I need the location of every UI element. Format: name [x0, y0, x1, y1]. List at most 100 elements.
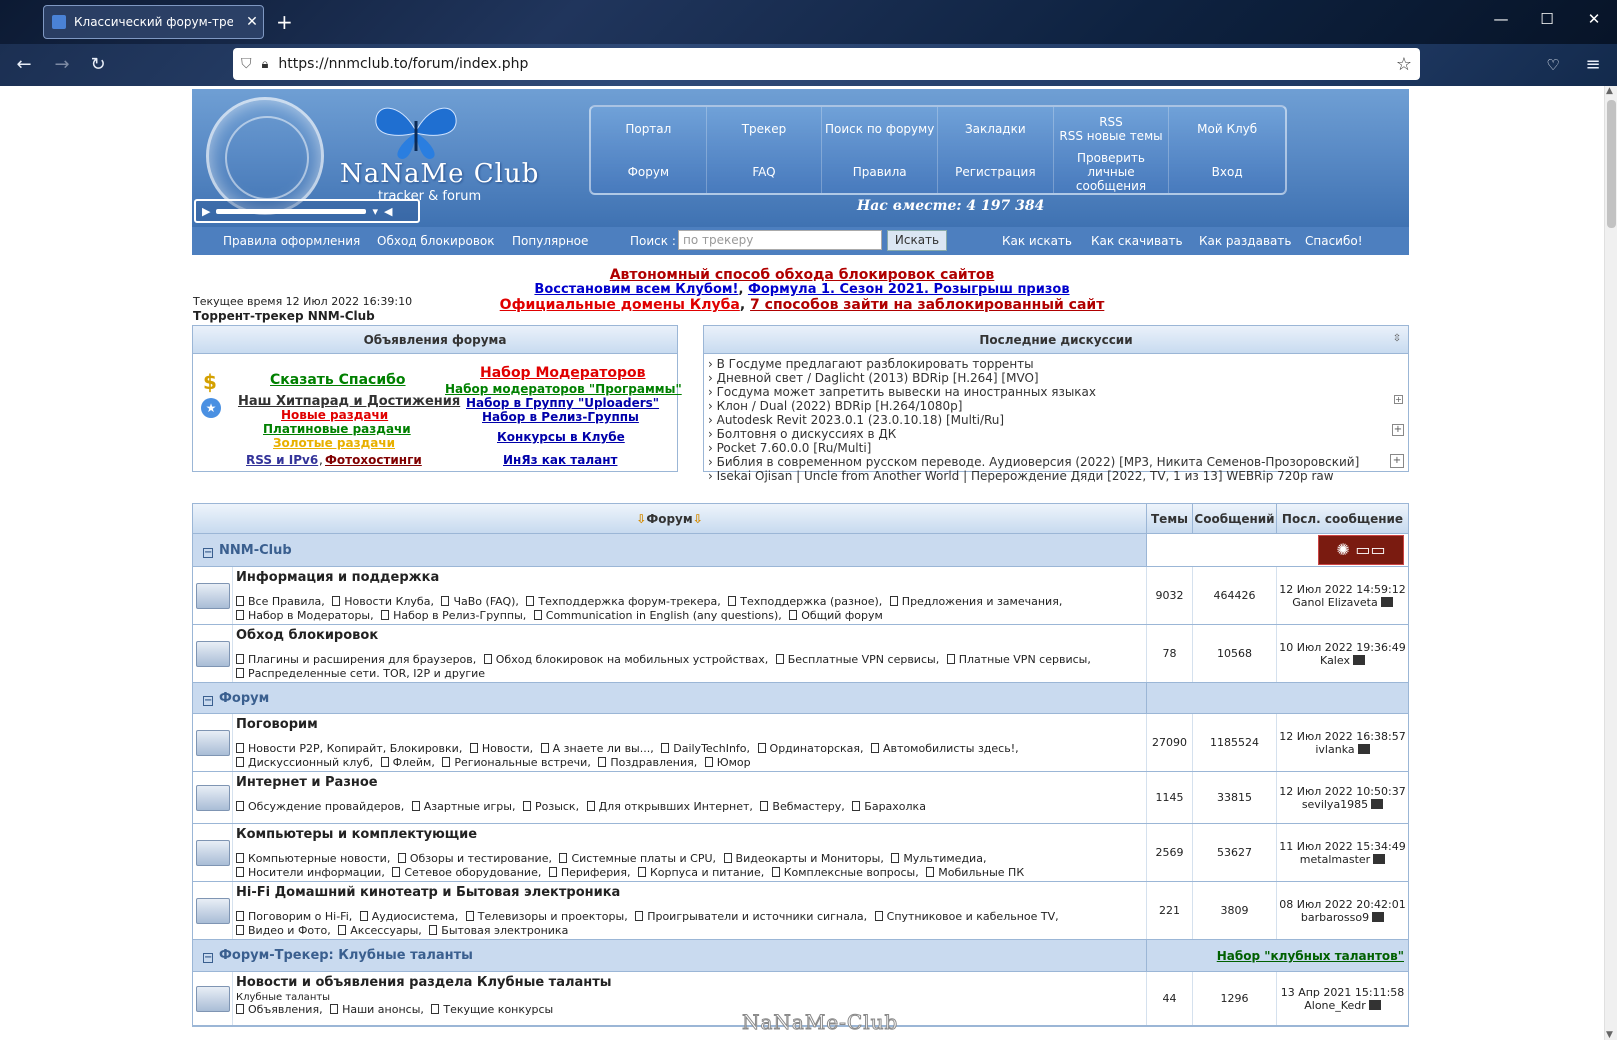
subforum-link[interactable]: Обсуждение провайдеров — [248, 800, 401, 813]
browser-tab[interactable]: Классический форум-трекер ✕ — [43, 5, 264, 39]
announce-restore-link[interactable]: Восстановим всем Клубом! — [534, 282, 738, 297]
announce-domains-link[interactable]: Официальные домены Клуба — [500, 297, 740, 313]
subforum-link[interactable]: Ординаторская — [770, 742, 861, 755]
subforum-link[interactable]: Платные VPN сервисы — [959, 653, 1088, 666]
play-icon[interactable]: ▶ — [202, 205, 210, 218]
expand-icon[interactable]: + — [1392, 424, 1404, 436]
category-name[interactable]: Форум — [219, 691, 269, 706]
discussion-item[interactable]: › Дневной свет / Daglicht (2013) BDRip [… — [708, 371, 1039, 385]
forum-title[interactable]: Обход блокировок — [236, 627, 1144, 645]
discussion-item[interactable]: › В Госдуме предлагают разблокировать то… — [708, 357, 1034, 371]
subforum-link[interactable]: Распределенные сети. TOR, I2P и другие — [248, 667, 485, 680]
menu-forum-search[interactable]: Поиск по форуму — [822, 107, 938, 150]
last-post-user[interactable]: metalmaster — [1300, 853, 1370, 866]
subforum-link[interactable]: Системные платы и CPU — [571, 852, 712, 865]
subforum-link[interactable]: Communication in English (any questions) — [546, 609, 779, 622]
menu-bookmarks[interactable]: Закладки — [938, 107, 1054, 150]
subforum-link[interactable]: Барахолка — [864, 800, 926, 813]
subforum-link[interactable]: Поговорим о Hi-Fi — [248, 910, 349, 923]
subforum-link[interactable]: Комплексные вопросы — [784, 866, 916, 879]
rss-ipv6-link[interactable]: RSS и IPv6 — [246, 453, 318, 467]
language-talent-link[interactable]: ИнЯз как талант — [503, 453, 617, 467]
new-tab-icon[interactable]: + — [276, 10, 293, 34]
close-window-icon[interactable]: ✕ — [1584, 10, 1604, 28]
contests-link[interactable]: Конкурсы в Клубе — [497, 430, 625, 444]
subforum-link[interactable]: А знаете ли вы... — [553, 742, 651, 755]
announce-7ways-link[interactable]: 7 способов зайти на заблокированный сайт — [750, 297, 1104, 313]
back-icon[interactable]: ← — [12, 55, 36, 75]
subnav-how-seed[interactable]: Как раздавать — [1199, 234, 1291, 248]
release-groups-link[interactable]: Набор в Релиз-Группы — [482, 410, 639, 424]
search-button[interactable]: Искать — [887, 230, 947, 251]
subforum-link[interactable]: DailyTechInfo — [673, 742, 746, 755]
subforum-link[interactable]: Новости Клуба — [344, 595, 430, 608]
menu-rss[interactable]: RSS RSS новые темы — [1054, 107, 1170, 150]
menu-portal[interactable]: Портал — [591, 107, 707, 150]
subforum-link[interactable]: Корпуса и питание — [650, 866, 761, 879]
expand-more-icon[interactable]: + — [1390, 454, 1404, 468]
menu-check-pm[interactable]: Проверить личные сообщения — [1054, 150, 1170, 193]
subforum-link[interactable]: Проигрыватели и источники сигнала — [647, 910, 863, 923]
forum-title[interactable]: Компьютеры и комплектующие — [236, 826, 1144, 844]
subforum-link[interactable]: Периферия — [561, 866, 627, 879]
subnav-how-download[interactable]: Как скачивать — [1091, 234, 1183, 248]
say-thanks-link[interactable]: Сказать Спасибо — [270, 372, 406, 388]
last-post-user[interactable]: Kalex — [1320, 654, 1350, 667]
menu-forum[interactable]: Форум — [591, 150, 707, 193]
maximize-icon[interactable]: ☐ — [1537, 10, 1557, 28]
subforum-link[interactable]: Обход блокировок на мобильных устройства… — [496, 653, 765, 666]
reload-icon[interactable]: ↻ — [86, 55, 110, 75]
collapse-icon[interactable]: − — [203, 548, 213, 558]
subforum-link[interactable]: Розыск — [535, 800, 576, 813]
subnav-popular[interactable]: Популярное — [512, 234, 588, 248]
subforum-link[interactable]: Набор в Модераторы — [248, 609, 370, 622]
subforum-link[interactable]: Флейм — [393, 756, 432, 769]
subnav-design-rules[interactable]: Правила оформления — [223, 234, 360, 248]
subforum-link[interactable]: Спутниковое и кабельное TV — [887, 910, 1056, 923]
sort-down-icon[interactable]: ⇩ — [693, 512, 703, 526]
discussion-item[interactable]: › Isekai Ojisan | Uncle from Another Wor… — [708, 469, 1334, 483]
collapse-icon[interactable]: ⇳ — [1391, 334, 1403, 346]
discussion-item[interactable]: › Autodesk Revit 2023.0.1 (23.0.10.18) [… — [708, 413, 1004, 427]
uploaders-link[interactable]: Набор в Группу "Uploaders" — [466, 396, 659, 410]
subforum-link[interactable]: Бытовая электроника — [441, 924, 568, 937]
platinum-link[interactable]: Платиновые раздачи — [263, 422, 411, 436]
last-post-user[interactable]: Ganol Elizaveta — [1292, 596, 1377, 609]
menu-my-club[interactable]: Мой Клуб — [1169, 107, 1285, 150]
page-scrollbar[interactable]: ▲ ▼ — [1604, 86, 1617, 1040]
discussion-item[interactable]: › Библия в современном русском переводе.… — [708, 455, 1359, 469]
subforum-link[interactable]: Сетевое оборудование — [404, 866, 538, 879]
photohosting-link[interactable]: Фотохостинги — [325, 453, 422, 467]
goto-post-icon[interactable] — [1380, 596, 1393, 607]
forum-title[interactable]: Информация и поддержка — [236, 569, 1144, 587]
subforum-link[interactable]: Дискуссионный клуб — [248, 756, 370, 769]
audio-player[interactable]: ▶ ▾ ◀ — [194, 199, 420, 223]
address-bar[interactable]: ⛉ 🔒︎ https://nnmclub.to/forum/index.php … — [233, 48, 1420, 80]
volume-icon[interactable]: ◀ — [384, 205, 392, 218]
subforum-link[interactable]: Обзоры и тестирование — [410, 852, 549, 865]
menu-icon[interactable]: ≡ — [1581, 55, 1605, 75]
announce-f1-link[interactable]: Формула 1. Сезон 2021. Розыгрыш призов — [748, 282, 1070, 297]
category-name[interactable]: Форум-Трекер: Клубные таланты — [219, 948, 473, 963]
subforum-link[interactable]: Новости — [482, 742, 530, 755]
discussion-item[interactable]: › Болтовня о дискуссиях в ДК — [708, 427, 896, 441]
url-text[interactable]: https://nnmclub.to/forum/index.php — [278, 56, 1385, 72]
scrollbar-thumb[interactable] — [1607, 100, 1616, 228]
subforum-link[interactable]: Мультимедиа — [903, 852, 983, 865]
subforum-link[interactable]: Все Правила — [248, 595, 321, 608]
close-tab-icon[interactable]: ✕ — [241, 14, 263, 30]
forum-title[interactable]: Интернет и Разное — [236, 774, 1144, 792]
subforum-link[interactable]: Компьютерные новости — [248, 852, 387, 865]
last-post-user[interactable]: barbarosso9 — [1301, 911, 1369, 924]
forum-title[interactable]: Поговорим — [236, 716, 1144, 734]
last-post-user[interactable]: sevilya1985 — [1302, 798, 1368, 811]
subforum-link[interactable]: ЧаВо (FAQ) — [453, 595, 515, 608]
subforum-link[interactable]: Мобильные ПК — [938, 866, 1024, 879]
moderators-programs-link[interactable]: Набор модераторов "Программы" — [445, 382, 682, 396]
subforum-link[interactable]: Объявления — [248, 1003, 319, 1016]
goto-post-icon[interactable] — [1371, 798, 1384, 809]
hitparade-link[interactable]: Наш Хитпарад и Достижения — [238, 394, 460, 409]
subforum-link[interactable]: Наши анонсы — [342, 1003, 420, 1016]
subforum-link[interactable]: Для открывших Интернет — [599, 800, 750, 813]
subforum-link[interactable]: Бесплатные VPN сервисы — [788, 653, 936, 666]
